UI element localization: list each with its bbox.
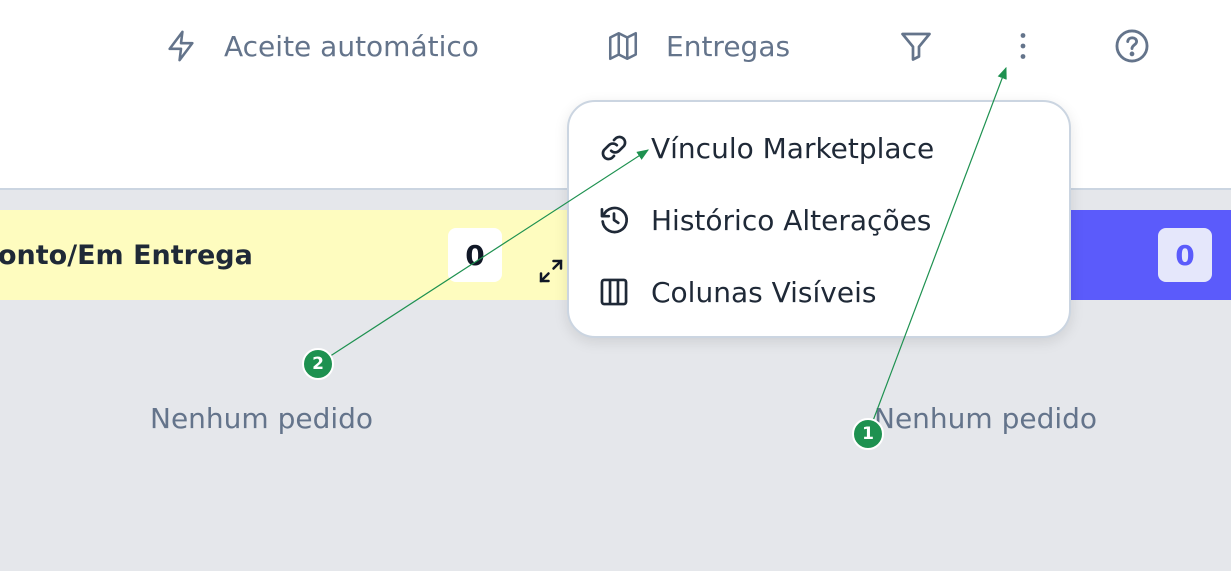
menu-item-label: Histórico Alterações bbox=[651, 203, 932, 237]
column-count-badge: 0 bbox=[448, 228, 502, 282]
lightning-icon bbox=[164, 29, 198, 63]
deliveries-button[interactable]: Entregas bbox=[606, 22, 790, 70]
columns-icon bbox=[597, 275, 631, 309]
empty-state-text: Nenhum pedido bbox=[874, 402, 1098, 435]
auto-accept-label: Aceite automático bbox=[224, 29, 479, 63]
menu-item-visible-columns[interactable]: Colunas Visíveis bbox=[597, 264, 876, 320]
menu-item-label: Colunas Visíveis bbox=[651, 275, 877, 309]
empty-state-text: Nenhum pedido bbox=[150, 402, 374, 435]
annotation-marker-1: 1 bbox=[852, 418, 884, 450]
annotation-marker-2: 2 bbox=[302, 348, 334, 380]
menu-item-marketplace-link[interactable]: Vínculo Marketplace bbox=[597, 120, 934, 176]
more-vertical-icon bbox=[1005, 28, 1041, 64]
column-count-badge: 0 bbox=[1158, 228, 1212, 282]
column-title: onto/Em Entrega bbox=[0, 239, 253, 271]
auto-accept-button[interactable]: Aceite automático bbox=[164, 22, 479, 70]
deliveries-label: Entregas bbox=[666, 29, 791, 63]
help-button[interactable] bbox=[1108, 22, 1156, 70]
menu-item-change-history[interactable]: Histórico Alterações bbox=[597, 192, 931, 248]
map-icon bbox=[606, 29, 640, 63]
filter-button[interactable] bbox=[892, 22, 940, 70]
more-options-button[interactable] bbox=[999, 22, 1047, 70]
menu-item-label: Vínculo Marketplace bbox=[651, 131, 935, 165]
link-icon bbox=[597, 131, 631, 165]
help-icon bbox=[1113, 27, 1151, 65]
history-icon bbox=[597, 203, 631, 237]
options-dropdown-menu: Vínculo Marketplace Histórico Alterações… bbox=[567, 100, 1071, 338]
expand-icon[interactable] bbox=[536, 256, 566, 290]
column-header-blue: 0 bbox=[1060, 210, 1231, 300]
filter-icon bbox=[898, 28, 934, 64]
column-header-out-for-delivery: onto/Em Entrega 0 bbox=[0, 210, 640, 300]
